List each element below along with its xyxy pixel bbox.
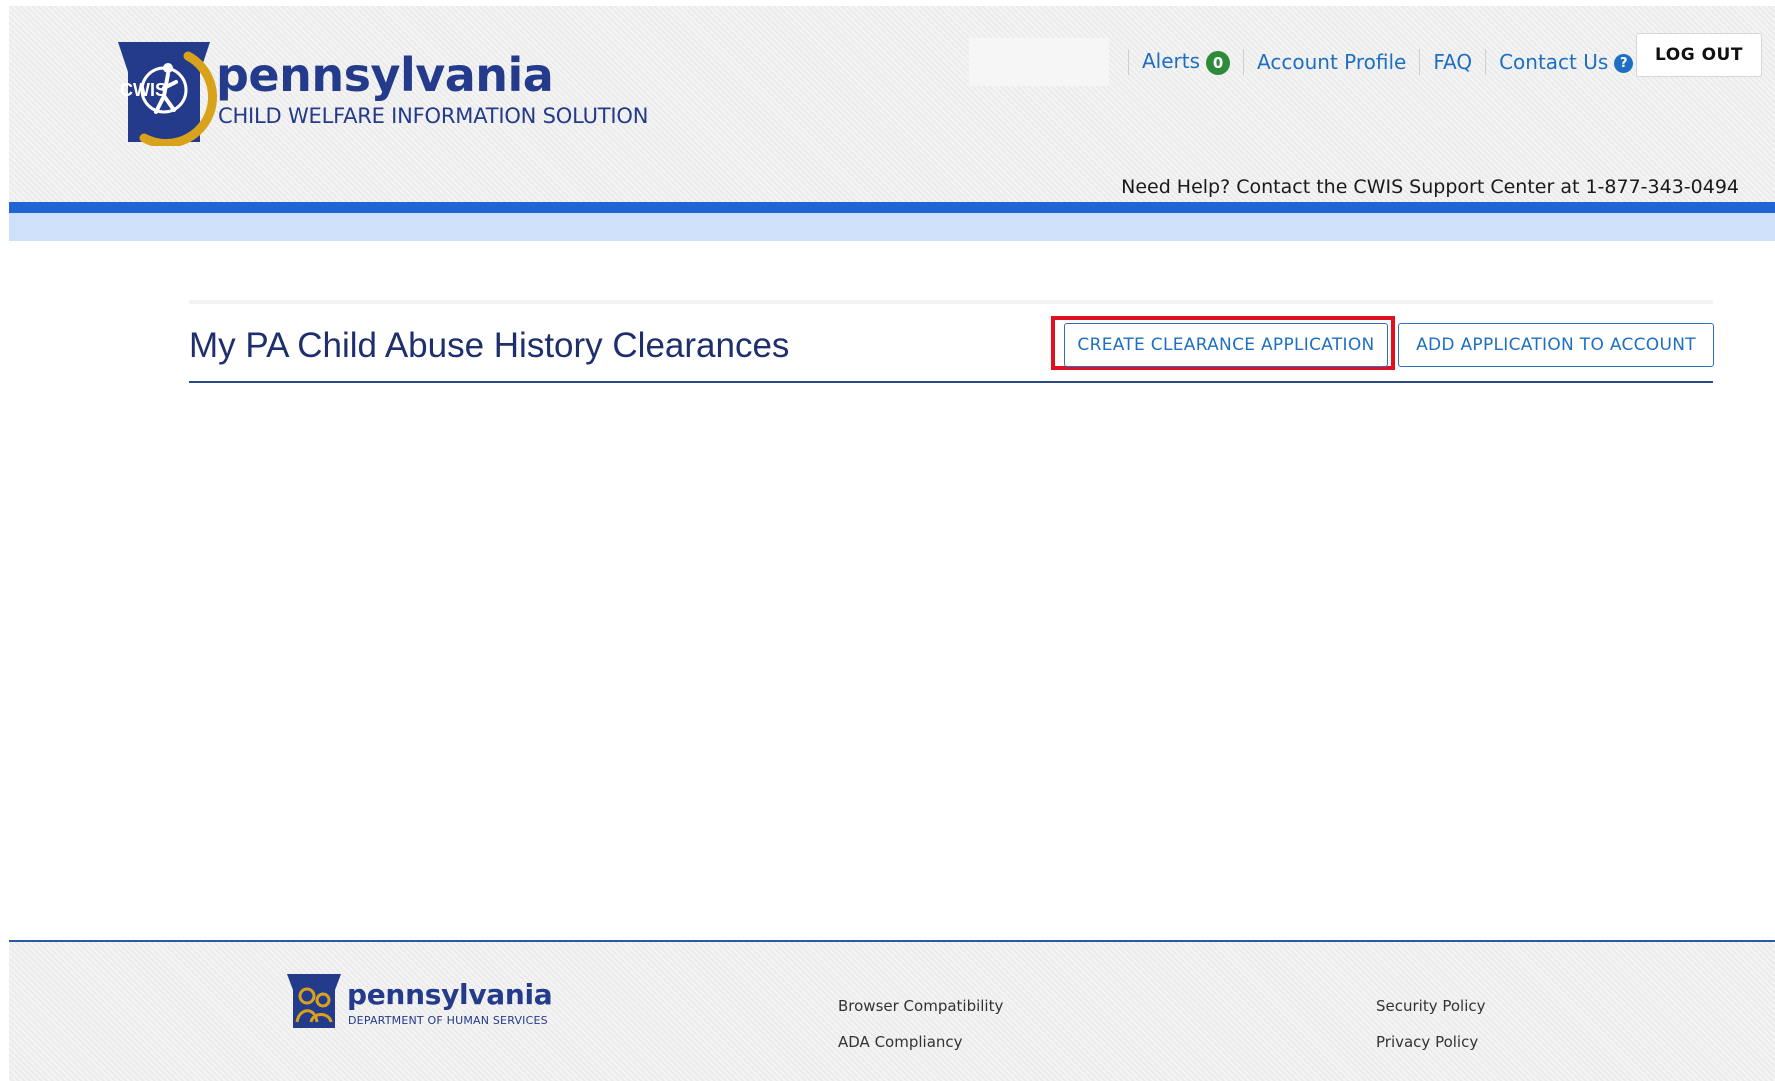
alerts-label: Alerts — [1142, 49, 1201, 74]
svg-text:CWIS: CWIS — [120, 80, 167, 100]
dhs-keystone-logo[interactable] — [281, 972, 347, 1030]
alerts-link[interactable]: Alerts 0 — [1142, 49, 1231, 75]
footer-brand-name: pennsylvania — [347, 978, 553, 1011]
nav-divider — [1419, 49, 1421, 75]
nav-divider — [1243, 49, 1245, 75]
question-circle-icon: ? — [1614, 54, 1634, 73]
brand-name: pennsylvania — [216, 48, 554, 102]
contact-us-label: Contact Us — [1499, 50, 1609, 74]
faq-link[interactable]: FAQ — [1433, 50, 1472, 74]
title-underline — [189, 381, 1713, 383]
account-profile-link[interactable]: Account Profile — [1257, 50, 1406, 74]
browser-compatibility-link[interactable]: Browser Compatibility — [838, 997, 1003, 1015]
add-application-to-account-button[interactable]: ADD APPLICATION TO ACCOUNT — [1398, 323, 1714, 367]
header-accent-bar — [9, 202, 1775, 213]
ada-compliancy-link[interactable]: ADA Compliancy — [838, 1033, 963, 1051]
site-footer: pennsylvania DEPARTMENT OF HUMAN SERVICE… — [9, 942, 1775, 1081]
cwis-keystone-logo[interactable]: CWIS — [104, 38, 224, 146]
logout-button[interactable]: LOG OUT — [1636, 33, 1762, 77]
nav-divider — [1128, 49, 1129, 75]
alerts-count-badge: 0 — [1206, 50, 1231, 75]
support-help-text: Need Help? Contact the CWIS Support Cent… — [1121, 176, 1739, 198]
nav-divider — [1485, 49, 1487, 75]
top-navigation: Alerts 0 Account Profile FAQ Contact Us? — [969, 38, 1634, 86]
brand-subtitle: CHILD WELFARE INFORMATION SOLUTION — [218, 104, 649, 128]
user-name-area — [969, 38, 1109, 86]
header-sub-bar — [9, 213, 1775, 241]
page-title: My PA Child Abuse History Clearances — [189, 326, 790, 365]
contact-us-link[interactable]: Contact Us? — [1499, 50, 1634, 74]
security-policy-link[interactable]: Security Policy — [1376, 997, 1486, 1015]
footer-brand-subtitle: DEPARTMENT OF HUMAN SERVICES — [348, 1014, 548, 1027]
page-frame: CWIS pennsylvania CHILD WELFARE INFORMAT… — [9, 6, 1775, 1081]
site-header: CWIS pennsylvania CHILD WELFARE INFORMAT… — [9, 6, 1775, 202]
privacy-policy-link[interactable]: Privacy Policy — [1376, 1033, 1478, 1051]
content-top-divider — [189, 300, 1713, 304]
create-clearance-application-button[interactable]: CREATE CLEARANCE APPLICATION — [1064, 323, 1388, 367]
